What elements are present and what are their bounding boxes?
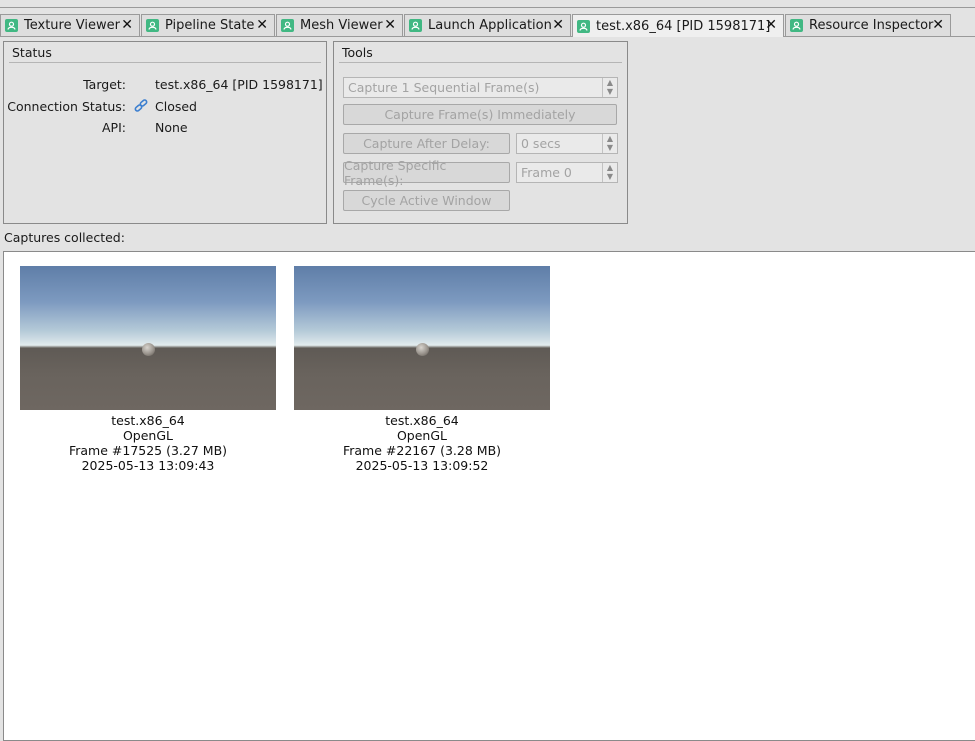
spinner[interactable]: ▲ ▼ xyxy=(602,163,617,182)
capture-caption: test.x86_64 OpenGL Frame #22167 (3.28 MB… xyxy=(294,413,550,473)
sphere-object xyxy=(142,343,155,356)
tab-label: Mesh Viewer xyxy=(300,18,383,33)
spinner[interactable]: ▲ ▼ xyxy=(602,134,617,153)
tab-target-connection[interactable]: test.x86_64 [PID 1598171] ✕ xyxy=(572,14,784,37)
capture-item[interactable]: test.x86_64 OpenGL Frame #22167 (3.28 MB… xyxy=(294,266,550,473)
tab-label: Pipeline State xyxy=(165,18,255,33)
close-icon[interactable]: ✕ xyxy=(256,17,268,33)
connection-value: Closed xyxy=(155,98,197,114)
connection-row: Connection Status: Closed xyxy=(4,97,324,115)
status-group-title: Status xyxy=(12,45,52,60)
delay-value: 0 secs xyxy=(521,136,561,151)
window-icon xyxy=(146,19,159,32)
connection-label: Connection Status: xyxy=(7,98,126,114)
frame-value: Frame 0 xyxy=(521,165,572,180)
close-icon[interactable]: ✕ xyxy=(552,17,564,33)
tab-bar: Texture Viewer ✕ Pipeline State ✕ Mesh V… xyxy=(0,14,975,37)
capture-frame: Frame #17525 (3.27 MB) xyxy=(68,443,228,458)
sphere-object xyxy=(416,343,429,356)
capture-after-delay-button[interactable]: Capture After Delay: xyxy=(343,133,510,154)
api-row: API: None xyxy=(4,118,324,136)
capture-immediately-button[interactable]: Capture Frame(s) Immediately xyxy=(343,104,617,125)
target-value: test.x86_64 [PID 1598171] xyxy=(155,76,323,92)
status-group: Status Target: test.x86_64 [PID 1598171]… xyxy=(3,41,327,224)
window-icon xyxy=(409,19,422,32)
sequential-frames-value: Capture 1 Sequential Frame(s) xyxy=(348,80,540,95)
spinner[interactable]: ▲ ▼ xyxy=(602,78,617,97)
tab-label: Resource Inspector xyxy=(809,18,934,33)
capture-api: OpenGL xyxy=(122,428,174,443)
tab-bar-baseline xyxy=(0,36,975,37)
cycle-active-window-button[interactable]: Cycle Active Window xyxy=(343,190,510,211)
tab-label: Launch Application xyxy=(428,18,552,33)
capture-thumbnail[interactable] xyxy=(294,266,550,410)
close-icon[interactable]: ✕ xyxy=(384,17,396,33)
tab-label: test.x86_64 [PID 1598171] xyxy=(596,18,771,34)
chevron-down-icon[interactable]: ▼ xyxy=(603,88,617,98)
group-separator xyxy=(9,62,321,63)
capture-item[interactable]: test.x86_64 OpenGL Frame #17525 (3.27 MB… xyxy=(20,266,276,473)
close-icon[interactable]: ✕ xyxy=(932,17,944,33)
chevron-up-icon[interactable]: ▲ xyxy=(603,134,617,144)
capture-timestamp: 2025-05-13 13:09:52 xyxy=(355,458,489,473)
target-row: Target: test.x86_64 [PID 1598171] xyxy=(4,75,324,93)
window-icon xyxy=(577,19,590,33)
window-top-border xyxy=(0,0,975,8)
tab-launch-application[interactable]: Launch Application ✕ xyxy=(404,14,571,36)
capture-thumbnail[interactable] xyxy=(20,266,276,410)
close-icon[interactable]: ✕ xyxy=(765,17,777,33)
capture-timestamp: 2025-05-13 13:09:43 xyxy=(81,458,215,473)
close-icon[interactable]: ✕ xyxy=(121,17,133,33)
capture-caption: test.x86_64 OpenGL Frame #17525 (3.27 MB… xyxy=(20,413,276,473)
window-icon xyxy=(5,19,18,32)
tools-group-title: Tools xyxy=(342,45,373,60)
sequential-frames-stepper[interactable]: Capture 1 Sequential Frame(s) ▲ ▼ xyxy=(343,77,618,98)
frame-stepper[interactable]: Frame 0 ▲ ▼ xyxy=(516,162,618,183)
link-icon xyxy=(133,98,149,117)
tab-label: Texture Viewer xyxy=(24,18,120,33)
captures-label: Captures collected: xyxy=(4,230,125,245)
group-separator xyxy=(339,62,622,63)
capture-name: test.x86_64 xyxy=(385,413,459,428)
window-icon xyxy=(281,19,294,32)
delay-stepper[interactable]: 0 secs ▲ ▼ xyxy=(516,133,618,154)
api-value: None xyxy=(155,119,188,135)
capture-frame: Frame #22167 (3.28 MB) xyxy=(342,443,502,458)
tab-texture-viewer[interactable]: Texture Viewer ✕ xyxy=(0,14,140,36)
target-label: Target: xyxy=(83,76,126,92)
tab-resource-inspector[interactable]: Resource Inspector ✕ xyxy=(785,14,951,36)
chevron-down-icon[interactable]: ▼ xyxy=(603,144,617,154)
chevron-down-icon[interactable]: ▼ xyxy=(603,173,617,183)
window-icon xyxy=(790,19,803,32)
tab-mesh-viewer[interactable]: Mesh Viewer ✕ xyxy=(276,14,403,36)
capture-api: OpenGL xyxy=(396,428,448,443)
chevron-up-icon[interactable]: ▲ xyxy=(603,163,617,173)
tab-pipeline-state[interactable]: Pipeline State ✕ xyxy=(141,14,275,36)
chevron-up-icon[interactable]: ▲ xyxy=(603,78,617,88)
captures-list[interactable]: test.x86_64 OpenGL Frame #17525 (3.27 MB… xyxy=(3,251,975,741)
tools-group: Tools Capture 1 Sequential Frame(s) ▲ ▼ … xyxy=(333,41,628,224)
capture-specific-frames-button[interactable]: Capture Specific Frame(s): xyxy=(343,158,510,188)
api-label: API: xyxy=(102,119,126,135)
capture-name: test.x86_64 xyxy=(111,413,185,428)
